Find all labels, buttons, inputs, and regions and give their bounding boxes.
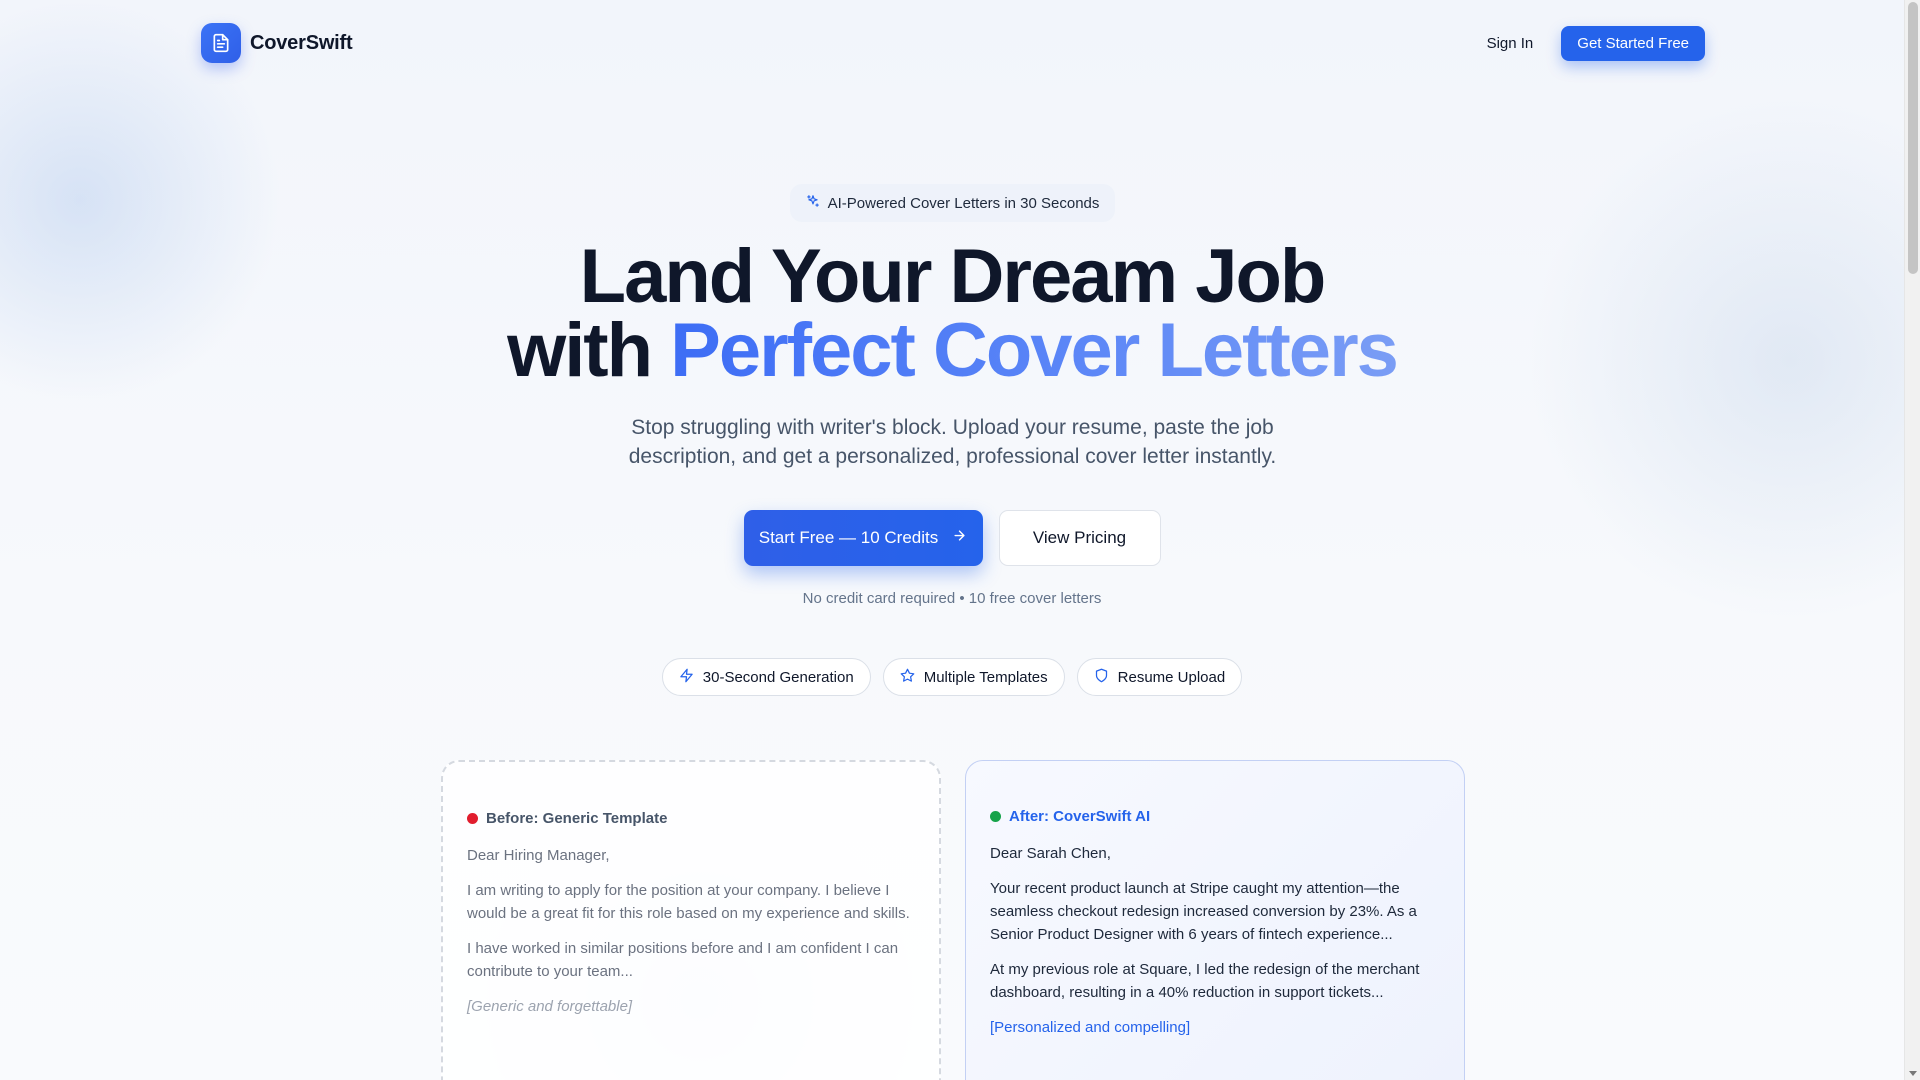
green-dot-icon	[990, 811, 1001, 822]
feature-chip-label: 30-Second Generation	[702, 668, 854, 686]
before-paragraph-1: I am writing to apply for the position a…	[467, 882, 910, 922]
hero-badge: AI-Powered Cover Letters in 30 Seconds	[790, 184, 1115, 222]
scroll-down-arrow-icon[interactable]	[1909, 1071, 1917, 1076]
view-pricing-button[interactable]: View Pricing	[998, 510, 1161, 566]
after-card-label: After: CoverSwift AI	[990, 808, 1440, 825]
sign-in-link[interactable]: Sign In	[1487, 35, 1534, 52]
hero-title-line1: Land Your Dream Job	[579, 234, 1327, 319]
star-icon	[900, 668, 915, 687]
before-card-label: Before: Generic Template	[467, 810, 915, 827]
before-card-title: Before: Generic Template	[486, 810, 668, 827]
feature-chip-label: Resume Upload	[1117, 668, 1226, 686]
red-dot-icon	[467, 813, 478, 824]
feature-chip-templates: Multiple Templates	[882, 658, 1065, 696]
start-free-button[interactable]: Start Free — 10 Credits	[743, 510, 983, 566]
before-tag: [Generic and forgettable]	[467, 998, 633, 1015]
after-paragraph-2: At my previous role at Square, I led the…	[990, 961, 1420, 1001]
before-paragraph-2: I have worked in similar positions befor…	[467, 940, 899, 980]
shield-icon	[1094, 668, 1109, 687]
feature-chip-label: Multiple Templates	[923, 668, 1048, 686]
after-greeting: Dear Sarah Chen,	[990, 845, 1111, 862]
hero-title-highlight: Perfect Cover Letters	[670, 308, 1399, 393]
get-started-button[interactable]: Get Started Free	[1561, 25, 1705, 61]
scrollbar-thumb[interactable]	[1908, 2, 1918, 274]
after-card-title: After: CoverSwift AI	[1009, 808, 1151, 825]
site-header: CoverSwift Sign In Get Started Free	[201, 23, 1705, 63]
brand[interactable]: CoverSwift	[201, 23, 353, 63]
cta-row: Start Free — 10 Credits View Pricing	[0, 510, 1904, 566]
document-icon	[201, 23, 241, 63]
hero-title-prefix: with	[507, 308, 671, 393]
start-free-label: Start Free — 10 Credits	[758, 528, 939, 547]
page-scrollbar[interactable]	[1904, 0, 1920, 1080]
hero-title: Land Your Dream Job with Perfect Cover L…	[0, 239, 1904, 389]
after-paragraph-1: Your recent product launch at Stripe cau…	[990, 880, 1417, 943]
before-card: Before: Generic Template Dear Hiring Man…	[441, 760, 941, 1080]
feature-chip-upload: Resume Upload	[1076, 658, 1243, 696]
before-greeting: Dear Hiring Manager,	[467, 847, 610, 864]
hero-subtitle: Stop struggling with writer's block. Upl…	[628, 416, 1277, 468]
header-nav: Sign In Get Started Free	[1487, 25, 1705, 61]
arrow-right-icon	[952, 528, 967, 548]
brand-name: CoverSwift	[250, 31, 353, 54]
after-tag: [Personalized and compelling]	[990, 1019, 1191, 1036]
feature-chip-generation: 30-Second Generation	[661, 658, 871, 696]
hero-badge-text: AI-Powered Cover Letters in 30 Seconds	[827, 194, 1100, 212]
lightning-icon	[679, 668, 694, 687]
after-card: After: CoverSwift AI Dear Sarah Chen, Yo…	[965, 760, 1465, 1080]
feature-chips: 30-Second Generation Multiple Templates …	[0, 658, 1904, 696]
hero-note: No credit card required • 10 free cover …	[802, 590, 1102, 607]
sparkles-icon	[806, 194, 820, 212]
